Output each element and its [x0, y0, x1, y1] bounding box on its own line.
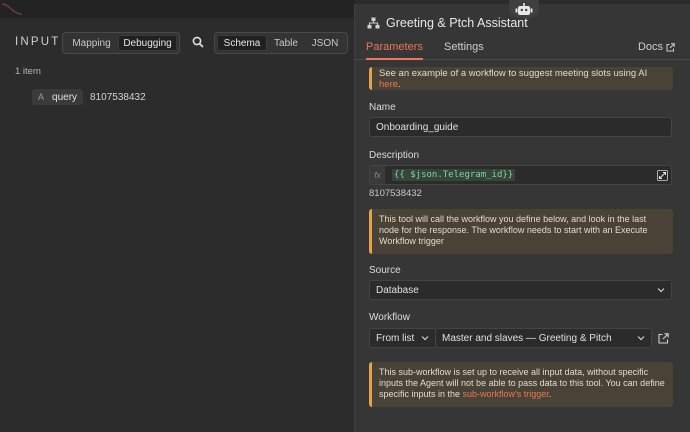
table-tab[interactable]: Table [267, 35, 305, 51]
input-title: INPUT [15, 36, 61, 48]
expand-editor-icon[interactable] [657, 170, 668, 181]
tab-settings[interactable]: Settings [444, 41, 484, 53]
node-tabs: Parameters Settings Docs [355, 38, 690, 60]
parameters-body: See an example of a workflow to suggest … [355, 61, 690, 432]
mode-switch: Mapping Debugging [62, 32, 180, 54]
query-field-pill[interactable]: A query [32, 89, 84, 105]
tab-parameters[interactable]: Parameters [366, 41, 423, 53]
workflow-mode-value: From list [376, 332, 415, 344]
chevron-down-icon [657, 288, 665, 293]
active-tab-indicator [366, 58, 423, 60]
source-label: Source [369, 265, 401, 276]
expression-result: 8107538432 [369, 188, 422, 199]
view-switch: Schema Table JSON [214, 32, 348, 54]
tool-description-callout: This tool will call the workflow you def… [369, 209, 673, 254]
open-workflow-icon[interactable] [658, 333, 669, 344]
chevron-down-icon [421, 336, 429, 341]
subworkflow-callout-suffix: . [548, 389, 552, 399]
description-expression-input[interactable]: fx {{ $json.Telegram_id}} [369, 165, 672, 185]
workflow-value: Master and slaves — Greeting & Pitch [442, 332, 612, 344]
json-tab[interactable]: JSON [305, 35, 345, 51]
input-panel: INPUT Mapping Debugging Schema Table JSO… [0, 18, 355, 432]
input-header: INPUT Mapping Debugging Schema Table JSO… [0, 32, 355, 54]
app-root: INPUT Mapping Debugging Schema Table JSO… [0, 0, 690, 432]
canvas-strip [0, 0, 355, 18]
subworkflow-callout: This sub-workflow is set up to receive a… [369, 362, 673, 407]
field-value: 8107538432 [90, 91, 146, 103]
workflow-node-icon [367, 17, 380, 29]
external-link-icon [666, 42, 675, 51]
node-title[interactable]: Greeting & Ptch Assistant [386, 16, 528, 30]
field-name: query [52, 91, 78, 103]
search-icon[interactable] [192, 36, 204, 48]
string-type-icon: A [38, 92, 45, 102]
schema-field-row: A query 8107538432 [32, 88, 146, 106]
description-label: Description [369, 150, 420, 161]
docs-label: Docs [637, 41, 663, 53]
robot-icon [515, 2, 533, 15]
source-value: Database [376, 284, 419, 296]
subworkflow-trigger-link[interactable]: sub-workflow's trigger [463, 389, 549, 399]
item-count: 1 item [15, 66, 41, 77]
source-select[interactable]: Database [369, 280, 672, 300]
schema-tab[interactable]: Schema [217, 35, 267, 51]
canvas-connector-icon [2, 3, 23, 15]
expression-value: {{ $json.Telegram_id}} [392, 169, 516, 181]
name-label: Name [369, 102, 396, 113]
node-title-row: Greeting & Ptch Assistant [367, 15, 528, 31]
expression-fx-icon: fx [370, 166, 385, 184]
node-settings-panel: Greeting & Ptch Assistant Parameters Set… [354, 4, 690, 432]
workflow-select[interactable]: Master and slaves — Greeting & Pitch [435, 328, 652, 348]
example-callout-suffix: . [398, 78, 401, 90]
debugging-tab[interactable]: Debugging [118, 35, 177, 51]
workflow-mode-select[interactable]: From list [369, 328, 436, 348]
example-here-link[interactable]: here [379, 79, 398, 90]
docs-link[interactable]: Docs [638, 41, 675, 53]
mapping-tab[interactable]: Mapping [65, 35, 118, 51]
example-callout-text: See an example of a workflow to suggest … [379, 67, 648, 79]
robot-agent-icon [509, 0, 539, 18]
workflow-label: Workflow [369, 312, 410, 323]
example-callout: See an example of a workflow to suggest … [369, 67, 673, 90]
name-input[interactable]: Onboarding_guide [369, 117, 672, 137]
chevron-down-icon [637, 336, 645, 341]
